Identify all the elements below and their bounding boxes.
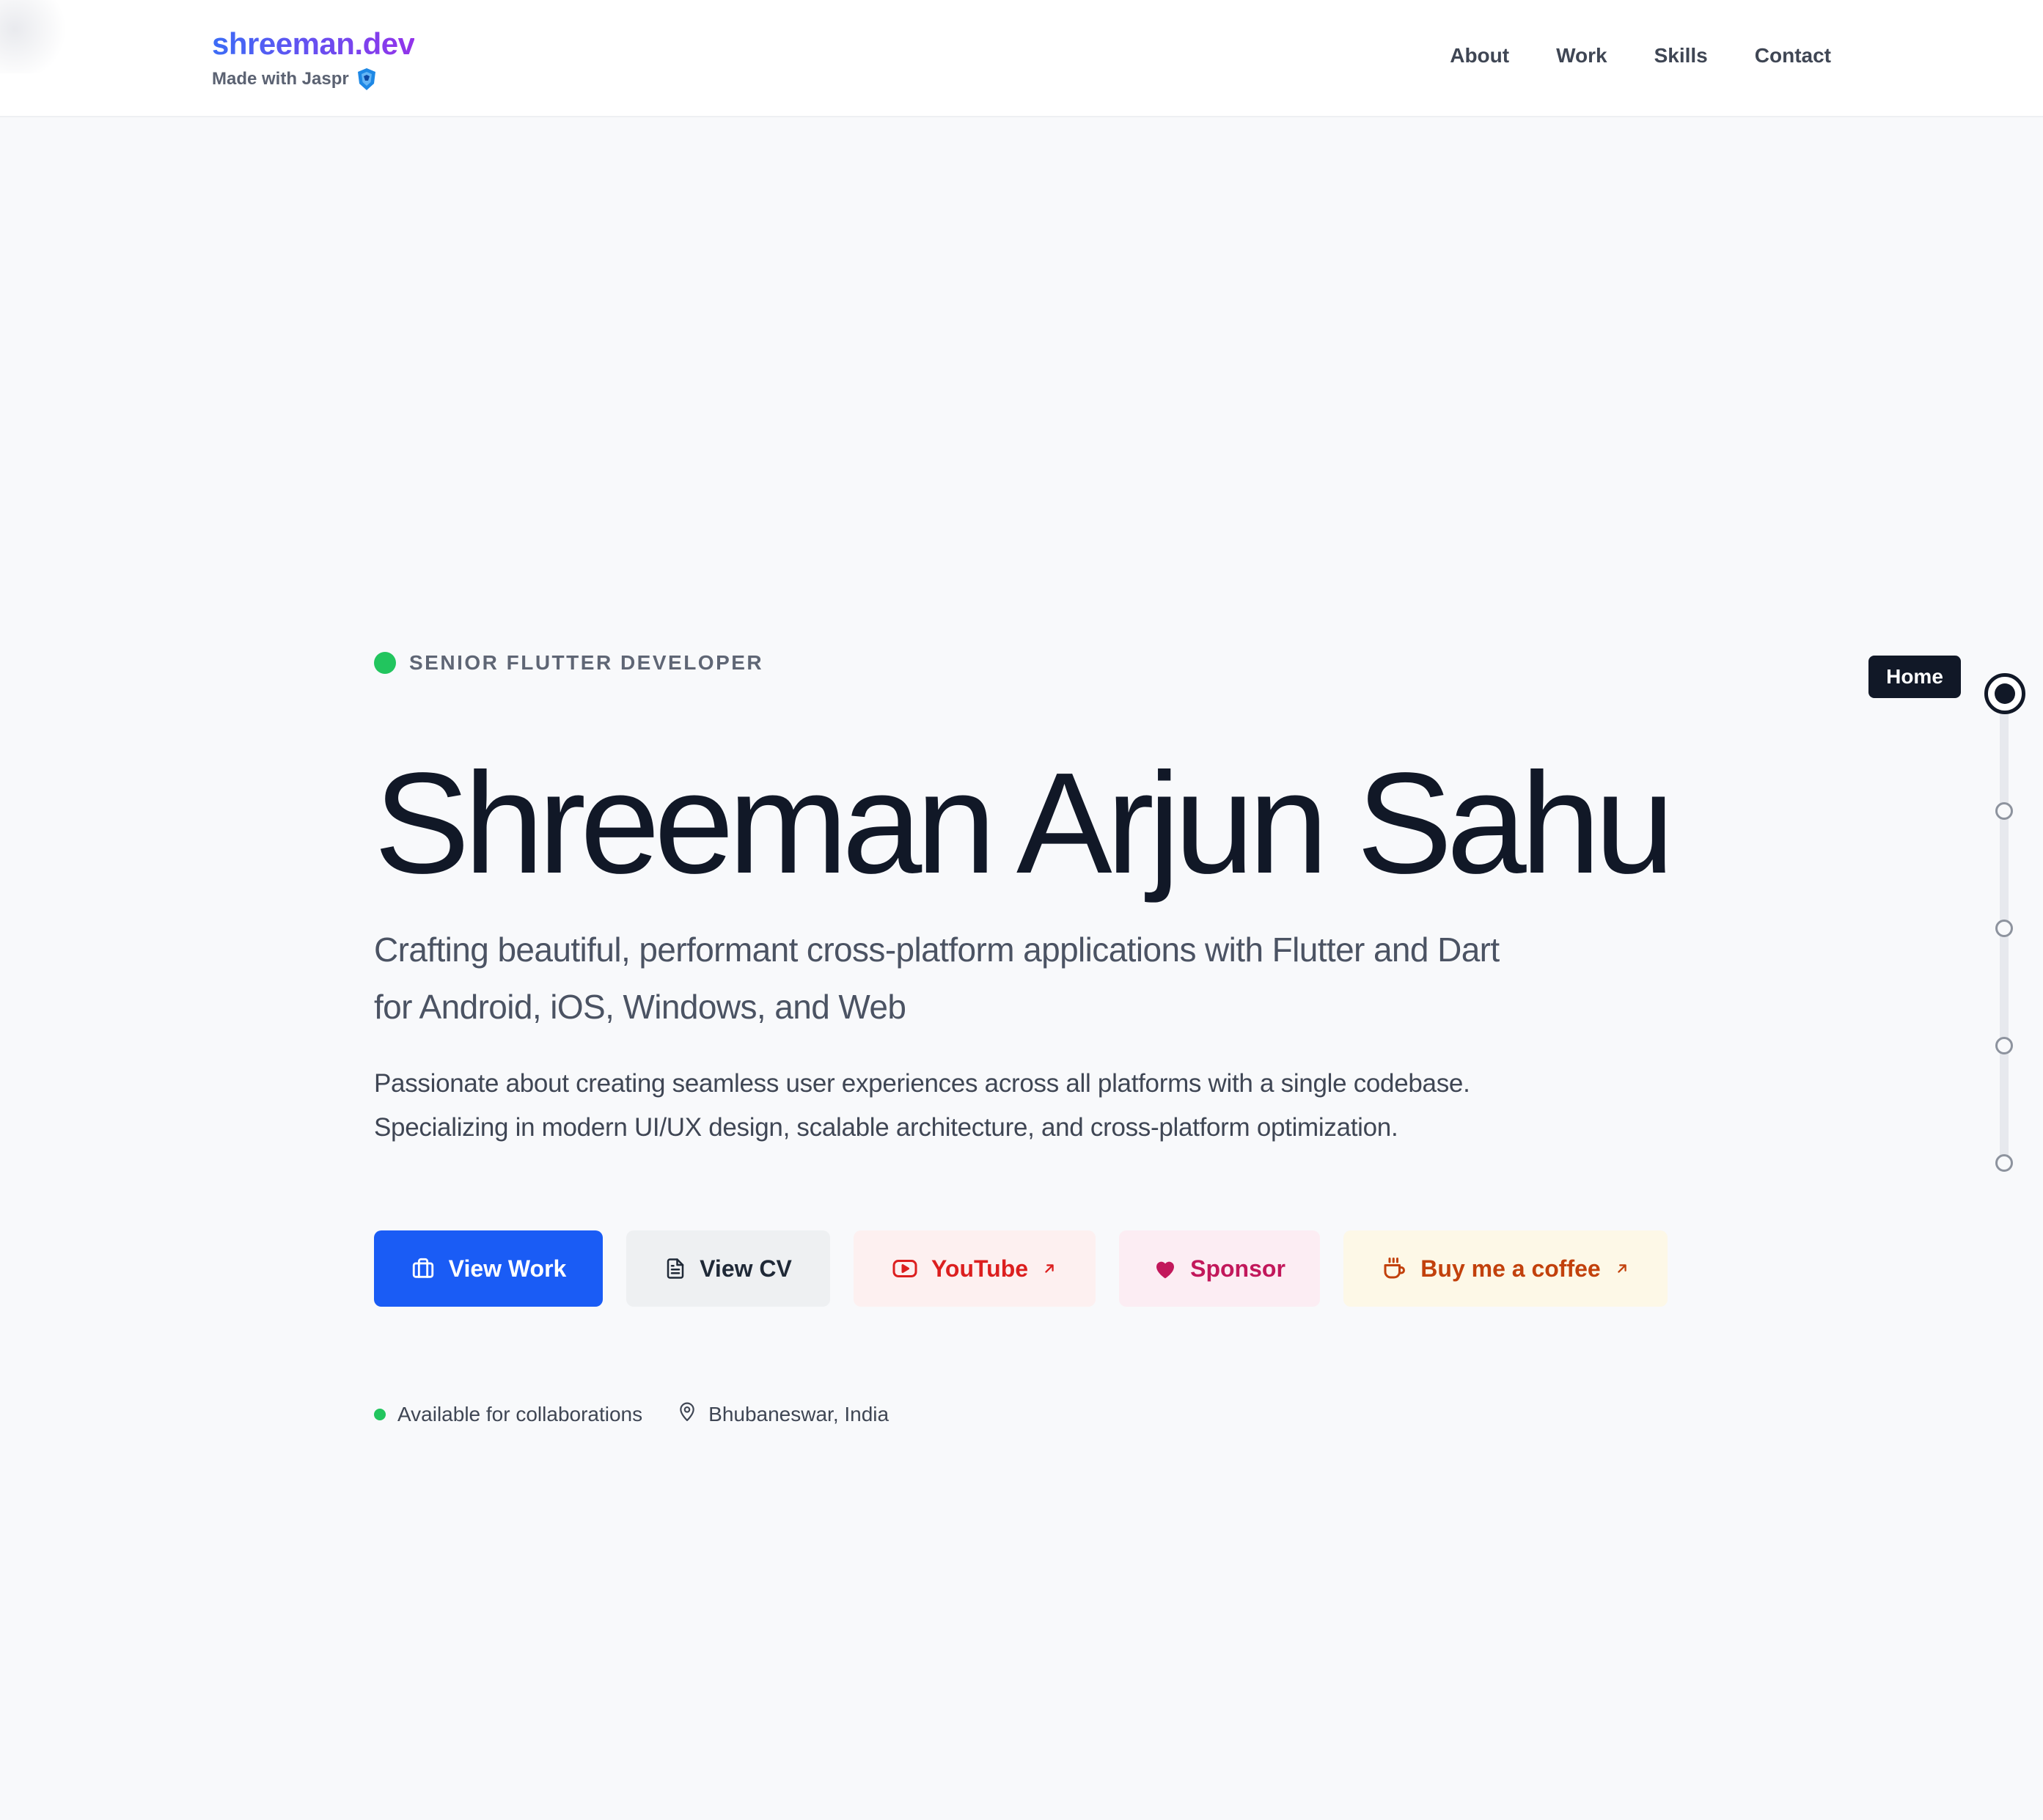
view-cv-button[interactable]: View CV xyxy=(626,1230,830,1307)
youtube-icon xyxy=(892,1258,918,1280)
availability-label: Available for collaborations xyxy=(397,1402,643,1425)
youtube-label: YouTube xyxy=(931,1255,1029,1282)
sponsor-button[interactable]: Sponsor xyxy=(1119,1230,1320,1307)
nav-work[interactable]: Work xyxy=(1556,41,1607,70)
view-work-label: View Work xyxy=(448,1255,567,1282)
role-label: SENIOR FLUTTER DEVELOPER xyxy=(409,651,764,674)
briefcase-icon xyxy=(411,1256,436,1281)
heart-icon xyxy=(1153,1258,1177,1280)
hero-description: Passionate about creating seamless user … xyxy=(374,1069,1470,1142)
brand-name: shreeman.dev xyxy=(212,25,415,63)
hero-actions: View Work View CV YouTube Sponsor Buy me… xyxy=(374,1230,1668,1307)
section-dot-3[interactable] xyxy=(1995,920,2013,937)
section-dot-home[interactable] xyxy=(1984,673,2025,714)
availability-status: Available for collaborations xyxy=(374,1403,642,1426)
corner-decoration xyxy=(0,0,73,73)
hero-meta: Available for collaborations Bhubaneswar… xyxy=(374,1401,889,1428)
section-tooltip: Home xyxy=(1868,656,1961,698)
coffee-cup-icon xyxy=(1381,1255,1407,1282)
location: Bhubaneswar, India xyxy=(678,1401,889,1428)
document-icon xyxy=(664,1257,686,1280)
map-pin-icon xyxy=(678,1401,697,1428)
site-header: shreeman.dev Made with Jaspr About Work … xyxy=(0,0,2043,117)
section-dot-4[interactable] xyxy=(1995,1037,2013,1054)
view-cv-label: View CV xyxy=(700,1255,792,1282)
section-dot-5[interactable] xyxy=(1995,1154,2013,1172)
brand-link[interactable]: shreeman.dev Made with Jaspr xyxy=(212,25,415,91)
status-dot xyxy=(374,652,396,674)
buy-me-a-coffee-button[interactable]: Buy me a coffee xyxy=(1343,1230,1668,1307)
youtube-button[interactable]: YouTube xyxy=(854,1230,1096,1307)
coffee-label: Buy me a coffee xyxy=(1420,1255,1601,1282)
section-dot-2[interactable] xyxy=(1995,802,2013,820)
nav-about[interactable]: About xyxy=(1450,41,1509,70)
role-eyebrow: SENIOR FLUTTER DEVELOPER xyxy=(374,645,1694,680)
arrow-up-right-icon xyxy=(1041,1261,1057,1277)
hero-section: SENIOR FLUTTER DEVELOPER Shreeman Arjun … xyxy=(374,645,1694,1150)
hero-name: Shreeman Arjun Sahu xyxy=(374,743,1675,903)
sponsor-label: Sponsor xyxy=(1190,1255,1285,1282)
arrow-up-right-icon xyxy=(1614,1261,1630,1277)
jaspr-logo-icon xyxy=(356,67,377,91)
view-work-button[interactable]: View Work xyxy=(374,1230,603,1307)
main-nav: About Work Skills Contact xyxy=(1450,41,1831,70)
made-with-label: Made with Jaspr xyxy=(212,69,349,89)
made-with: Made with Jaspr xyxy=(212,67,414,91)
location-label: Bhubaneswar, India xyxy=(708,1402,890,1425)
nav-skills[interactable]: Skills xyxy=(1654,41,1708,70)
nav-contact[interactable]: Contact xyxy=(1755,41,1831,70)
hero-subtitle: Crafting beautiful, performant cross-pla… xyxy=(374,931,1500,1026)
availability-dot xyxy=(374,1408,386,1420)
